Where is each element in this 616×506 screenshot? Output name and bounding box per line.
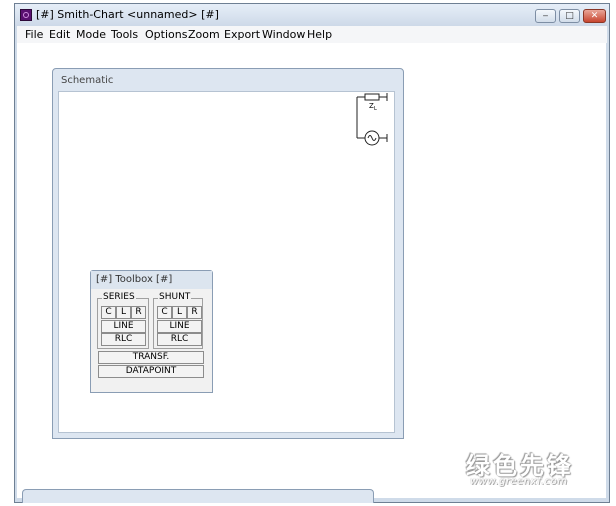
maximize-button[interactable]: □ [559, 9, 580, 23]
title-bar[interactable]: [#] Smith-Chart <unnamed> [#] ‒ □ ✕ [15, 4, 609, 26]
source-icon [357, 130, 388, 146]
menu-options[interactable]: Options [145, 28, 187, 41]
bottom-panel[interactable] [22, 489, 374, 503]
shunt-group: SHUNT C L R LINE RLC [153, 292, 203, 349]
circuit-symbol: Z L [356, 93, 388, 146]
series-label: SERIES [102, 292, 136, 303]
transf-button[interactable]: TRANSF. [98, 351, 204, 364]
close-button[interactable]: ✕ [583, 9, 606, 23]
shunt-l-button[interactable]: L [172, 306, 187, 319]
close-icon: ✕ [590, 11, 599, 21]
shunt-rlc-button[interactable]: RLC [157, 333, 202, 346]
window-title: [#] Smith-Chart <unnamed> [#] [36, 8, 219, 21]
series-r-button[interactable]: R [131, 306, 146, 319]
series-line-button[interactable]: LINE [101, 320, 146, 333]
shunt-label: SHUNT [158, 292, 192, 303]
menu-zoom[interactable]: Zoom [188, 28, 220, 41]
menu-file[interactable]: File [25, 28, 43, 41]
series-group: SERIES C L R LINE RLC [97, 292, 149, 349]
menu-bar: File Edit Mode Tools Options Zoom Export… [17, 26, 607, 43]
datapoint-button[interactable]: DATAPOINT [98, 365, 204, 378]
toolbox-window[interactable]: [#] Toolbox [#] SERIES C L R LINE RLC SH… [90, 270, 213, 393]
menu-edit[interactable]: Edit [49, 28, 70, 41]
menu-tools[interactable]: Tools [111, 28, 138, 41]
menu-export[interactable]: Export [224, 28, 260, 41]
app-icon[interactable] [20, 9, 32, 21]
maximize-icon: □ [565, 11, 574, 21]
menu-mode[interactable]: Mode [76, 28, 106, 41]
watermark: 绿色先锋 www.greenxf.com [464, 446, 604, 490]
series-rlc-button[interactable]: RLC [101, 333, 146, 346]
load-subscript: L [374, 106, 377, 112]
shunt-r-button[interactable]: R [187, 306, 202, 319]
menu-window[interactable]: Window [262, 28, 305, 41]
toolbox-title-bar[interactable]: [#] Toolbox [#] [91, 271, 212, 289]
shunt-line-button[interactable]: LINE [157, 320, 202, 333]
series-c-button[interactable]: C [101, 306, 116, 319]
toolbox-title: [#] Toolbox [#] [96, 274, 173, 285]
series-l-button[interactable]: L [116, 306, 131, 319]
minimize-icon: ‒ [542, 11, 549, 21]
schematic-title: Schematic [61, 75, 114, 86]
menu-help[interactable]: Help [307, 28, 332, 41]
minimize-button[interactable]: ‒ [535, 9, 556, 23]
watermark-url: www.greenxf.com [470, 476, 568, 487]
shunt-c-button[interactable]: C [157, 306, 172, 319]
